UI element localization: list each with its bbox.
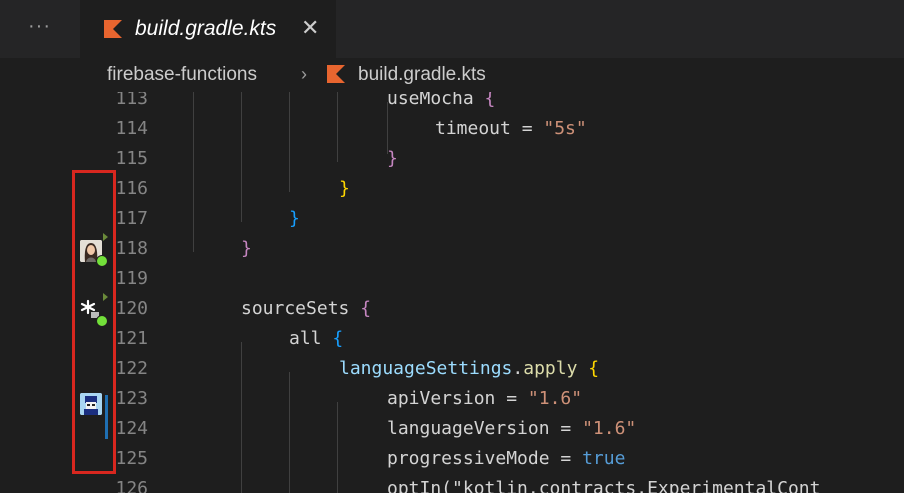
indent-guide xyxy=(289,372,290,493)
breadcrumb-file[interactable]: build.gradle.kts xyxy=(358,63,486,87)
code-line: } xyxy=(339,178,350,200)
code-token: apiVersion xyxy=(387,388,496,409)
code-token: = xyxy=(549,418,583,439)
kotlin-icon xyxy=(327,65,345,83)
code-line: apiVersion = "1.6" xyxy=(387,388,582,410)
code-token: languageVersion xyxy=(387,418,550,439)
code-line: } xyxy=(387,148,398,170)
code-token: sourceSets xyxy=(241,298,350,319)
indent-guide xyxy=(337,92,338,162)
more-actions-button[interactable]: ··· xyxy=(28,14,51,38)
code-token: . xyxy=(512,358,524,379)
code-line: timeout = "5s" xyxy=(435,118,587,140)
line-number: 114 xyxy=(115,118,148,139)
highlight-box xyxy=(72,170,116,474)
code-line: progressiveMode = true xyxy=(387,448,625,470)
chevron-right-icon: › xyxy=(301,64,307,84)
code-token: = xyxy=(510,118,544,139)
code-line: } xyxy=(289,208,300,230)
breadcrumb: firebase-functions › build.gradle.kts xyxy=(0,58,904,92)
code-token: true xyxy=(582,448,626,469)
code-line: useMocha { xyxy=(387,92,495,110)
code-token: } xyxy=(241,238,252,259)
code-token: } xyxy=(339,178,350,199)
code-token: { xyxy=(484,92,496,109)
code-token: apply xyxy=(523,358,578,379)
code-token: optIn("kotlin.contracts.ExperimentalCont xyxy=(387,478,821,493)
close-icon[interactable]: ✕ xyxy=(301,14,319,42)
code-token: } xyxy=(387,148,398,169)
indent-guide xyxy=(193,92,194,252)
code-token: = xyxy=(549,448,583,469)
indent-guide xyxy=(241,92,242,222)
code-token: { xyxy=(360,298,372,319)
tab-build-gradle-kts[interactable]: build.gradle.kts ✕ xyxy=(80,0,336,58)
indent-guide xyxy=(337,402,338,493)
code-token: languageSettings xyxy=(339,358,513,379)
code-token: "1.6" xyxy=(582,418,637,439)
code-line: all { xyxy=(289,328,343,350)
line-number: 113 xyxy=(115,92,148,109)
code-token: all xyxy=(289,328,322,349)
code-token: "5s" xyxy=(543,118,587,139)
line-number: 115 xyxy=(115,148,148,169)
tab-bar: ··· build.gradle.kts ✕ xyxy=(0,0,904,58)
code-editor[interactable]: 113 useMocha { 114 timeout = "5s" 115 } … xyxy=(0,92,904,493)
code-token: { xyxy=(588,358,600,379)
indent-guide xyxy=(241,342,242,493)
code-token: { xyxy=(332,328,344,349)
line-number: 126 xyxy=(115,478,148,493)
code-token: = xyxy=(495,388,528,409)
breadcrumb-folder[interactable]: firebase-functions xyxy=(107,63,257,87)
indent-guide xyxy=(289,92,290,192)
code-token: useMocha xyxy=(387,92,474,109)
code-token: } xyxy=(289,208,300,229)
code-line: languageSettings.apply { xyxy=(339,358,599,380)
code-token: timeout xyxy=(435,118,511,139)
tab-label: build.gradle.kts xyxy=(135,17,277,40)
code-line: } xyxy=(241,238,252,260)
code-line: sourceSets { xyxy=(241,298,371,320)
kotlin-icon xyxy=(104,20,122,38)
code-line: optIn("kotlin.contracts.ExperimentalCont xyxy=(387,478,820,493)
code-line: languageVersion = "1.6" xyxy=(387,418,636,440)
code-token: progressiveMode xyxy=(387,448,550,469)
code-token: "1.6" xyxy=(527,388,583,409)
